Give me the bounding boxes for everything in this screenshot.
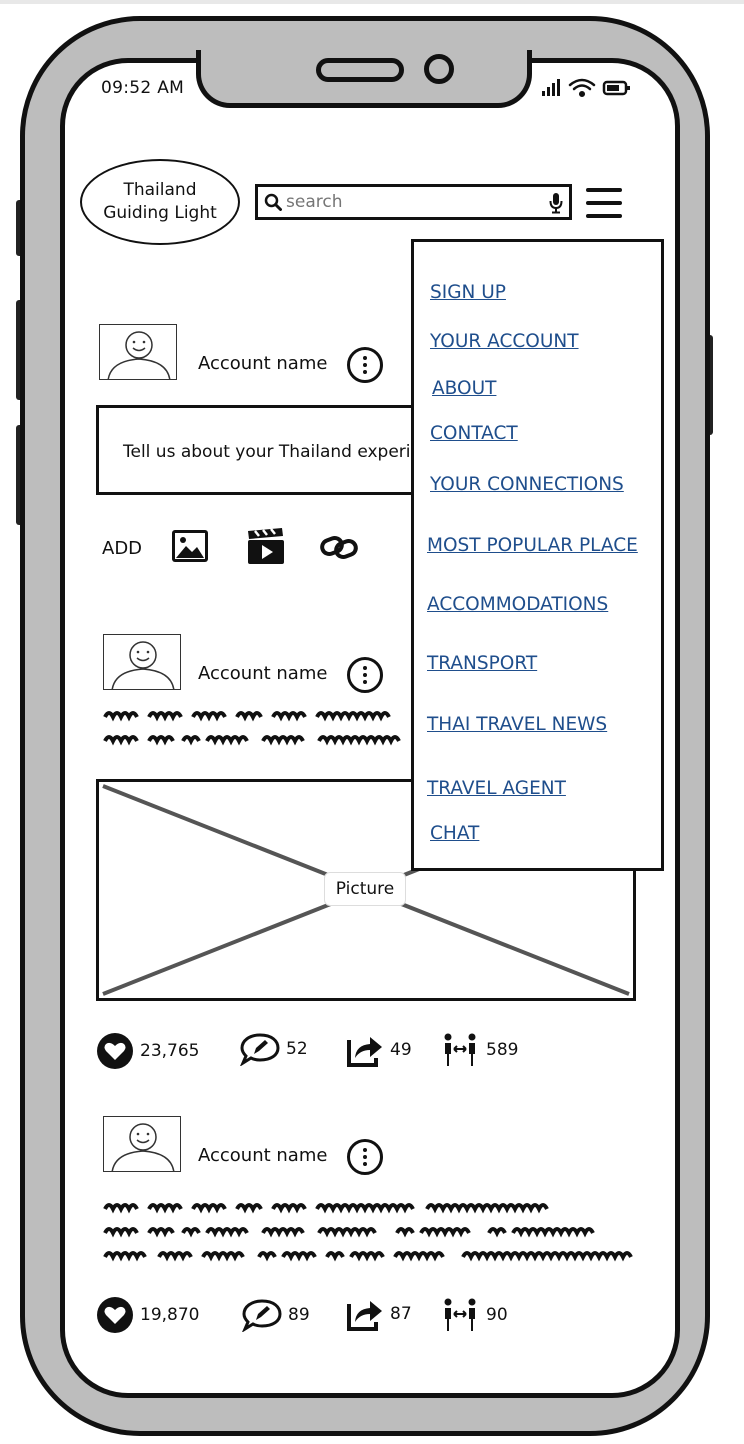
like-stat[interactable]: 19,870 — [96, 1296, 199, 1334]
heart-icon[interactable] — [96, 1032, 134, 1070]
menu-item-most-popular-place[interactable]: MOST POPULAR PLACE — [427, 535, 638, 556]
search-icon — [264, 193, 282, 211]
heart-icon[interactable] — [96, 1296, 134, 1334]
more-options-icon[interactable] — [347, 657, 383, 693]
comment-icon[interactable] — [240, 1032, 280, 1066]
share-stat[interactable]: 49 — [346, 1032, 412, 1068]
connections-stat[interactable]: 589 — [440, 1032, 518, 1068]
share-icon[interactable] — [346, 1032, 384, 1068]
menu-item-sign-up[interactable]: SIGN UP — [430, 282, 506, 303]
post-text-placeholder — [103, 711, 391, 722]
menu-item-transport[interactable]: TRANSPORT — [427, 653, 537, 674]
share-stat[interactable]: 87 — [346, 1296, 412, 1332]
menu-item-your-account[interactable]: YOUR ACCOUNT — [430, 331, 579, 352]
dropdown-menu: SIGN UP YOUR ACCOUNT ABOUT CONTACT YOUR … — [411, 239, 664, 871]
post-text-placeholder — [103, 1203, 549, 1214]
add-label: ADD — [102, 538, 143, 559]
share-count: 49 — [390, 1040, 412, 1060]
phone-speaker — [316, 58, 404, 82]
menu-item-accommodations[interactable]: ACCOMMODATIONS — [427, 594, 608, 615]
menu-item-chat[interactable]: CHAT — [430, 823, 479, 844]
search-input[interactable] — [286, 192, 536, 212]
connections-icon[interactable] — [440, 1032, 480, 1068]
video-icon[interactable] — [246, 527, 286, 569]
search-bar[interactable] — [255, 184, 572, 220]
avatar[interactable] — [103, 1116, 181, 1172]
image-icon[interactable] — [171, 529, 209, 567]
menu-item-about[interactable]: ABOUT — [432, 378, 496, 399]
browser-top-strip — [0, 0, 744, 4]
connections-stat[interactable]: 90 — [440, 1297, 508, 1333]
account-name[interactable]: Account name — [198, 353, 327, 374]
mic-icon[interactable] — [549, 192, 563, 214]
more-options-icon[interactable] — [347, 1139, 383, 1175]
menu-item-travel-agent[interactable]: TRAVEL AGENT — [427, 778, 566, 799]
status-time: 09:52 AM — [101, 78, 185, 98]
battery-icon — [602, 80, 630, 96]
avatar[interactable] — [103, 634, 181, 690]
app-logo[interactable]: Thailand Guiding Light — [80, 159, 240, 245]
account-name[interactable]: Account name — [198, 663, 327, 684]
post-text-placeholder — [103, 735, 401, 746]
picture-label: Picture — [324, 872, 406, 906]
account-name[interactable]: Account name — [198, 1145, 327, 1166]
menu-item-thai-travel-news[interactable]: THAI TRAVEL NEWS — [427, 714, 607, 735]
menu-item-contact[interactable]: CONTACT — [430, 423, 518, 444]
like-count: 19,870 — [140, 1305, 200, 1325]
post-text-placeholder — [103, 1227, 595, 1238]
like-count: 23,765 — [140, 1041, 200, 1061]
avatar[interactable] — [99, 324, 177, 380]
post-text-placeholder — [103, 1251, 633, 1262]
like-stat[interactable]: 23,765 — [96, 1032, 199, 1070]
comment-count: 52 — [286, 1039, 308, 1059]
share-count: 87 — [390, 1304, 412, 1324]
more-options-icon[interactable] — [347, 347, 383, 383]
share-icon[interactable] — [346, 1296, 384, 1332]
connections-icon[interactable] — [440, 1297, 480, 1333]
connections-count: 589 — [486, 1040, 519, 1060]
link-icon[interactable] — [320, 533, 360, 565]
signal-icon — [542, 79, 560, 96]
menu-item-your-connections[interactable]: YOUR CONNECTIONS — [430, 474, 624, 495]
menu-icon[interactable] — [586, 186, 622, 220]
phone-camera — [424, 54, 454, 84]
wifi-icon — [568, 78, 596, 98]
connections-count: 90 — [486, 1305, 508, 1325]
comment-count: 89 — [288, 1305, 310, 1325]
comment-stat[interactable]: 52 — [240, 1032, 308, 1066]
comment-icon[interactable] — [242, 1298, 282, 1332]
status-icons — [540, 76, 636, 100]
comment-stat[interactable]: 89 — [242, 1298, 310, 1332]
